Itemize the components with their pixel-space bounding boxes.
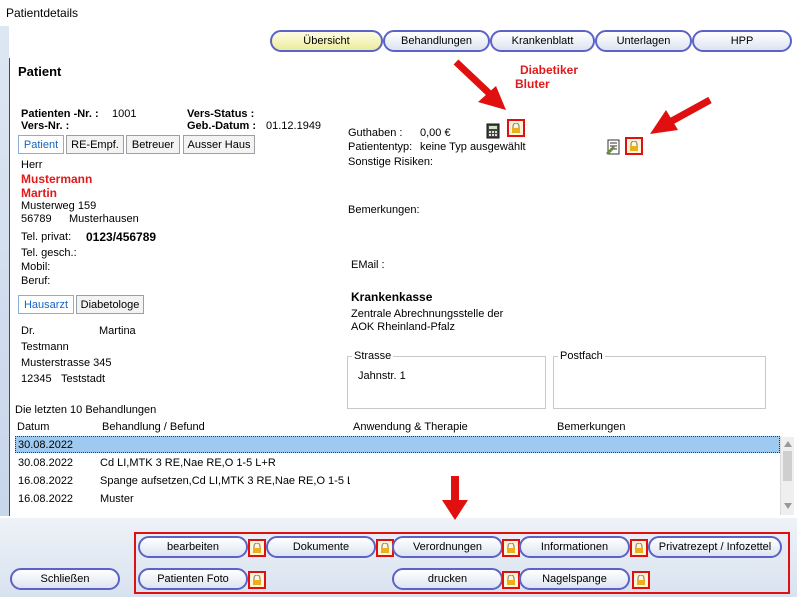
cell-datum: 30.08.2022	[18, 438, 74, 451]
lock-icon[interactable]	[502, 539, 520, 557]
tab-betreuer[interactable]: Betreuer	[126, 135, 180, 154]
tel-gesch-label: Tel. gesch.:	[21, 247, 77, 259]
panel-title: Patient	[18, 64, 62, 79]
verordnungen-button[interactable]: Verordnungen	[392, 536, 503, 558]
bemerkungen-label: Bemerkungen:	[348, 204, 420, 216]
tab-patient[interactable]: Patient	[18, 135, 64, 154]
privatrezept-button[interactable]: Privatrezept / Infozettel	[648, 536, 782, 558]
lock-icon[interactable]	[507, 119, 525, 137]
doctor-plz: 12345	[21, 373, 52, 385]
tab-unterlagen[interactable]: Unterlagen	[595, 30, 692, 52]
kasse-name-line1: Zentrale Abrechnungsstelle der	[351, 308, 504, 320]
patient-nr-label: Patienten -Nr. :	[21, 108, 99, 120]
lock-icon[interactable]	[632, 571, 650, 589]
left-strip	[0, 26, 9, 516]
email-label: EMail :	[351, 259, 385, 271]
scroll-up-icon[interactable]	[784, 441, 792, 447]
tab-krankenblatt[interactable]: Krankenblatt	[490, 30, 595, 52]
doctor-strasse: Musterstrasse 345	[21, 357, 112, 369]
patienten-foto-button[interactable]: Patienten Foto	[138, 568, 248, 590]
vers-nr-label: Vers-Nr. :	[21, 120, 70, 132]
table-row[interactable]: 16.08.2022 Spange aufsetzen,Cd LI,MTK 3 …	[15, 472, 780, 489]
kasse-name-line2: AOK Rheinland-Pfalz	[351, 321, 455, 333]
document-edit-icon[interactable]	[605, 139, 623, 155]
table-row[interactable]: 30.08.2022	[15, 436, 780, 453]
patient-plz: 56789	[21, 213, 52, 225]
annotation-bluter: Bluter	[515, 77, 550, 91]
tab-diabetologe[interactable]: Diabetologe	[76, 295, 144, 314]
guthaben-label: Guthaben :	[348, 127, 403, 139]
cell-datum: 30.08.2022	[18, 456, 74, 469]
lock-icon[interactable]	[625, 137, 643, 155]
doctor-nachname: Testmann	[21, 341, 69, 353]
mobil-label: Mobil:	[21, 261, 51, 273]
calculator-icon[interactable]	[486, 123, 500, 139]
doctor-title: Dr.	[21, 325, 36, 337]
patient-anrede: Herr	[21, 159, 43, 171]
drucken-button[interactable]: drucken	[392, 568, 503, 590]
postfach-group-label: Postfach	[558, 350, 605, 362]
doctor-vorname: Martina	[99, 325, 136, 337]
cell-datum: 16.08.2022	[18, 492, 74, 505]
col-anwendung[interactable]: Anwendung & Therapie	[353, 421, 468, 433]
cell-befund: Spange aufsetzen,Cd LI,MTK 3 RE,Nae RE,O…	[100, 474, 350, 487]
tab-ausser-haus[interactable]: Ausser Haus	[183, 135, 255, 154]
window-title: Patientdetails	[6, 6, 79, 20]
bearbeiten-button[interactable]: bearbeiten	[138, 536, 248, 558]
dokumente-button[interactable]: Dokumente	[266, 536, 376, 558]
tab-behandlungen[interactable]: Behandlungen	[383, 30, 490, 52]
annotation-arrow-icon	[453, 59, 506, 110]
left-divider	[9, 58, 10, 516]
lock-icon[interactable]	[502, 571, 520, 589]
tab-hpp[interactable]: HPP	[692, 30, 792, 52]
tab-hausarzt[interactable]: Hausarzt	[18, 295, 74, 314]
beruf-label: Beruf:	[21, 275, 51, 287]
lock-icon[interactable]	[630, 539, 648, 557]
kasse-strasse: Jahnstr. 1	[358, 370, 406, 382]
annotation-diabetiker: Diabetiker	[520, 63, 579, 77]
vers-status-label: Vers-Status :	[187, 108, 255, 120]
schliessen-button[interactable]: Schließen	[10, 568, 120, 590]
strasse-group-label: Strasse	[352, 350, 394, 362]
col-datum[interactable]: Datum	[17, 421, 49, 433]
kasse-heading: Krankenkasse	[351, 290, 433, 304]
cell-befund: Muster	[100, 492, 134, 505]
patient-ort: Musterhausen	[69, 213, 139, 225]
annotation-arrow-icon	[650, 96, 712, 134]
table-row[interactable]: 30.08.2022 Cd LI,MTK 3 RE,Nae RE,O 1-5 L…	[15, 454, 780, 471]
lock-icon[interactable]	[248, 571, 266, 589]
patient-strasse: Musterweg 159	[21, 200, 97, 212]
col-bemerkungen[interactable]: Bemerkungen	[557, 421, 626, 433]
patient-vorname: Martin	[21, 186, 57, 200]
lock-icon[interactable]	[248, 539, 266, 557]
patiententyp-label: Patiententyp:	[348, 141, 413, 153]
tel-privat-label: Tel. privat:	[21, 231, 72, 243]
scroll-thumb[interactable]	[783, 451, 792, 481]
patient-nr-value: 1001	[112, 108, 137, 120]
sonstige-risiken-label: Sonstige Risiken:	[348, 156, 433, 168]
table-scrollbar[interactable]	[780, 437, 794, 515]
patiententyp-value: keine Typ ausgewählt	[420, 141, 526, 153]
tab-uebersicht[interactable]: Übersicht	[270, 30, 383, 52]
guthaben-value: 0,00 €	[420, 127, 451, 139]
strasse-group	[347, 356, 546, 409]
geb-datum-value: 01.12.1949	[266, 120, 322, 132]
cell-datum: 16.08.2022	[18, 474, 74, 487]
doctor-ort: Teststadt	[61, 373, 106, 385]
col-befund[interactable]: Behandlung / Befund	[102, 421, 205, 433]
tab-re-empf[interactable]: RE-Empf.	[66, 135, 124, 154]
postfach-group	[553, 356, 766, 409]
history-caption: Die letzten 10 Behandlungen	[15, 404, 157, 416]
table-row[interactable]: 16.08.2022 Muster	[15, 490, 780, 507]
cell-befund: Cd LI,MTK 3 RE,Nae RE,O 1-5 L+R	[100, 456, 276, 469]
geb-datum-label: Geb.-Datum :	[187, 120, 257, 132]
tel-privat-value: 0123/456789	[86, 230, 157, 244]
nagelspange-button[interactable]: Nagelspange	[519, 568, 630, 590]
informationen-button[interactable]: Informationen	[519, 536, 630, 558]
scroll-down-icon[interactable]	[784, 503, 792, 509]
patient-nachname: Mustermann	[21, 172, 93, 186]
